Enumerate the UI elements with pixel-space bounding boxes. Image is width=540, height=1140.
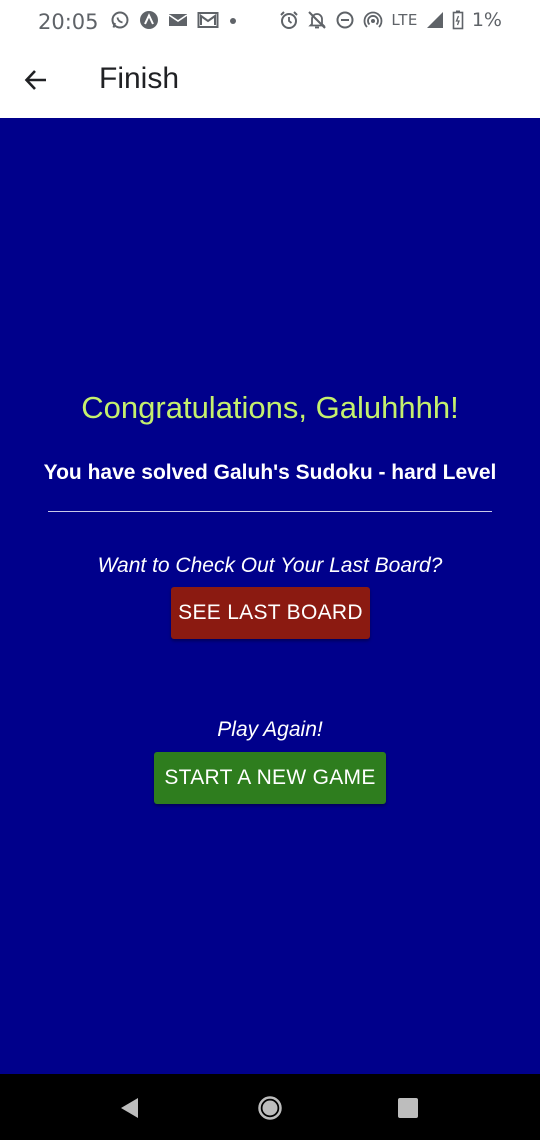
nav-home-button[interactable] <box>257 1095 283 1121</box>
network-type: LTE <box>391 11 418 29</box>
play-again-prompt: Play Again! <box>217 718 323 741</box>
status-bar: 20:05 LTE 1% <box>0 0 540 44</box>
nav-back-button[interactable] <box>116 1095 142 1121</box>
status-time: 20:05 <box>38 10 99 34</box>
page-title: Finish <box>99 62 180 95</box>
app-notification-icon <box>139 10 159 30</box>
notifications-off-icon <box>307 10 327 30</box>
solved-message: You have solved Galuh's Sudoku - hard Le… <box>43 461 497 484</box>
app-bar: Finish <box>0 44 540 118</box>
email-icon <box>168 12 188 28</box>
check-last-board-prompt: Want to Check Out Your Last Board? <box>97 554 443 577</box>
battery-icon <box>452 10 464 30</box>
do-not-disturb-icon <box>335 10 355 30</box>
system-nav-bar <box>0 1074 540 1140</box>
hotspot-icon <box>363 10 383 30</box>
congratulations-heading: Congratulations, Galuhhhh! <box>81 390 459 425</box>
back-button[interactable] <box>16 60 56 100</box>
battery-percent: 1% <box>471 9 502 31</box>
whatsapp-icon <box>110 10 130 30</box>
recents-square-icon <box>397 1097 419 1119</box>
status-notification-icons <box>110 10 238 30</box>
gmail-icon <box>197 11 219 29</box>
see-last-board-button[interactable]: SEE LAST BOARD <box>171 587 370 639</box>
dot-icon <box>228 15 238 25</box>
alarm-icon <box>279 10 299 30</box>
back-triangle-icon <box>118 1096 140 1120</box>
home-circle-icon <box>257 1095 283 1121</box>
signal-icon <box>426 11 444 29</box>
nav-recents-button[interactable] <box>395 1095 421 1121</box>
arrow-back-icon <box>23 67 49 93</box>
status-system-icons: LTE 1% <box>279 9 502 31</box>
divider <box>48 511 492 512</box>
finish-screen: Congratulations, Galuhhhh! You have solv… <box>0 118 540 1074</box>
start-new-game-button[interactable]: START A NEW GAME <box>154 752 386 804</box>
